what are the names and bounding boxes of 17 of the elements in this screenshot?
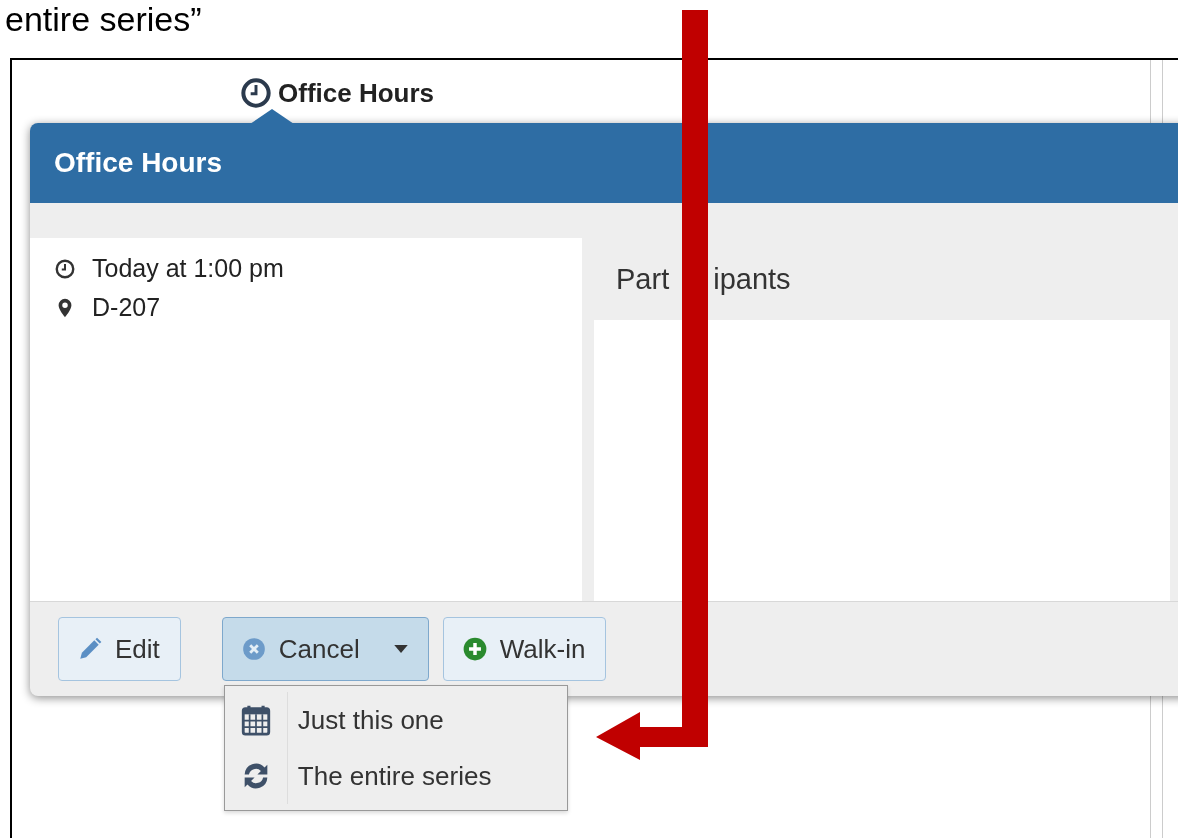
- heading-fragment: ipants: [713, 262, 791, 296]
- popover-title: Office Hours: [54, 147, 223, 179]
- detail-text: Today at 1:00 pm: [92, 254, 284, 283]
- clock-icon: [54, 257, 76, 280]
- caption-text: entire series”: [5, 2, 202, 36]
- pencil-icon: [77, 636, 103, 662]
- close-icon: [240, 636, 267, 662]
- menu-item[interactable]: The entire series: [224, 748, 567, 804]
- event-title[interactable]: Office Hours: [278, 77, 435, 109]
- walkin-button[interactable]: Walk-in: [442, 617, 607, 681]
- cancel-button[interactable]: Cancel: [221, 617, 429, 681]
- plus-circle-icon: [461, 636, 488, 662]
- heading-fragment: Part: [616, 262, 670, 296]
- detail-text: D-207: [92, 293, 161, 322]
- clock-icon: [240, 77, 272, 109]
- menu-item[interactable]: Just this one: [224, 692, 567, 748]
- edit-button[interactable]: Edit: [58, 617, 181, 681]
